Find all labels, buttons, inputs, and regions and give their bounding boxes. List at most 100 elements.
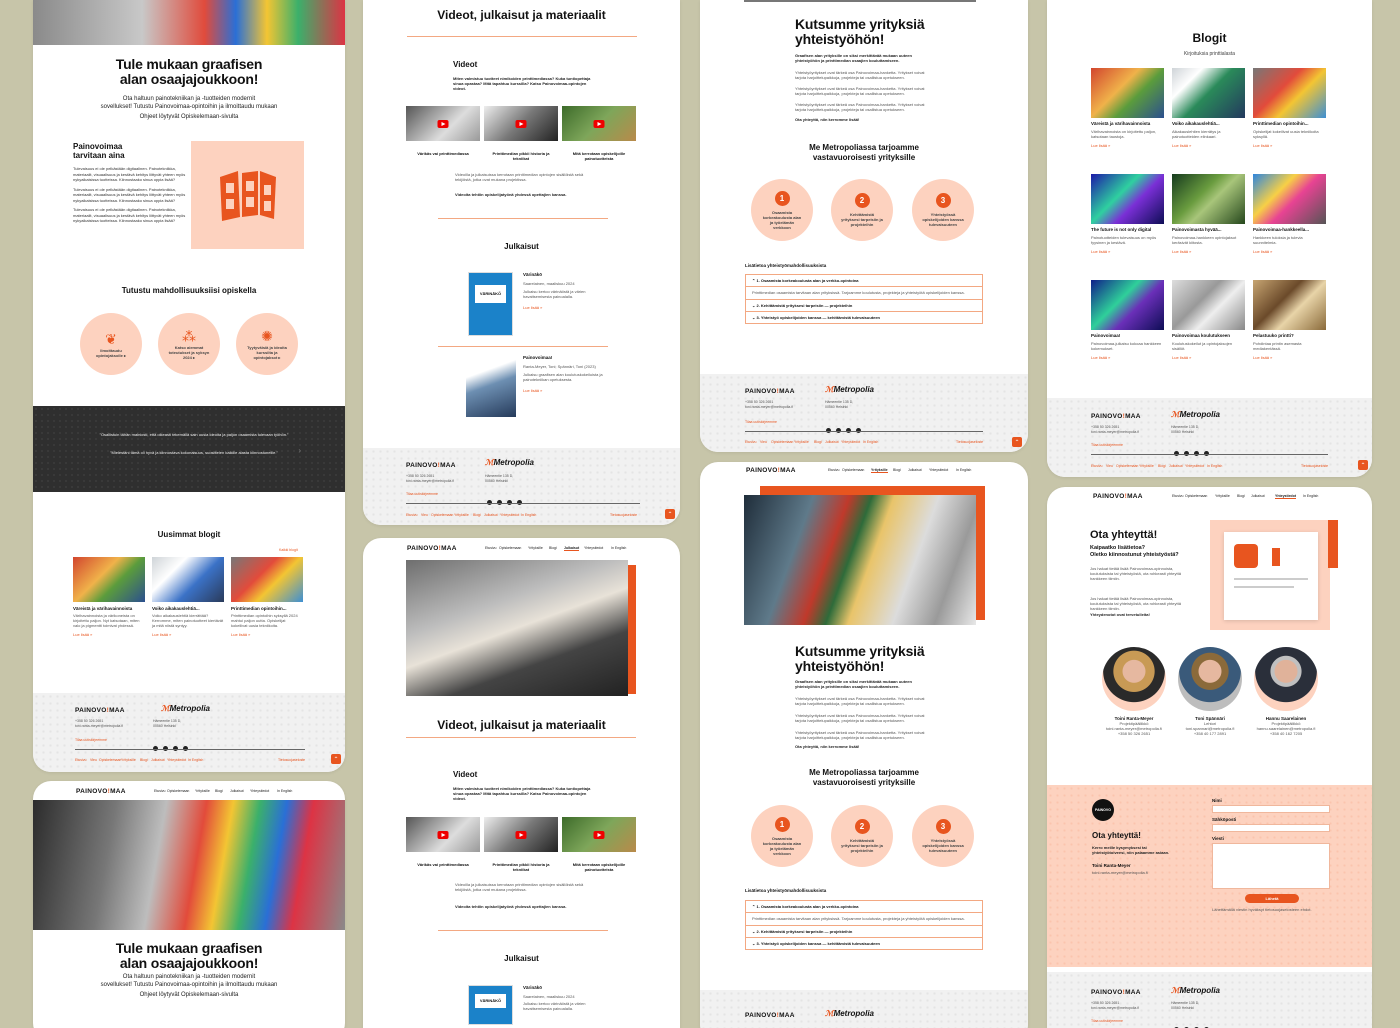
scroll-top-button[interactable]: ⌃ — [1012, 437, 1022, 447]
privacy-link[interactable]: Tietosuojaseloste — [1301, 464, 1328, 468]
footer-logo[interactable]: PAINOVO!MAA — [1091, 989, 1141, 996]
nav-home[interactable]: Etusivu — [485, 546, 496, 550]
nav-contact[interactable]: Yhteystiedot — [929, 468, 948, 472]
post-8[interactable]: Painovoimaa koulutukseen Koulutuskokeilut… — [1172, 333, 1245, 360]
footer-link-vieu[interactable]: Vieu — [760, 440, 767, 444]
header-logo[interactable]: PAINOVO!MAA — [1093, 493, 1143, 500]
accordion-item-3[interactable]: ⌄ 3. Yhteistyö opiskelijoiden kanssa — k… — [746, 311, 982, 323]
post-thumb-7[interactable] — [1091, 280, 1164, 330]
privacy-link[interactable]: Tietosuojaseloste — [278, 758, 305, 762]
post-thumb-1[interactable] — [1091, 68, 1164, 118]
send-button[interactable]: Lähetä — [1245, 894, 1299, 903]
nav-study[interactable]: Opiskelemaan — [842, 468, 864, 472]
footer-link-home[interactable]: Etusivu — [75, 758, 86, 762]
metropolia-logo[interactable]: ℳMetropolia — [485, 458, 534, 467]
footer-link-contact[interactable]: Yhteystiedot — [167, 758, 186, 762]
nav-companies[interactable]: Yrityksille — [528, 546, 543, 550]
post-6[interactable]: Painovoimaa-hankkeella... Hankkeen tuloks… — [1253, 227, 1326, 254]
footer-link-english[interactable]: In English — [1207, 464, 1222, 468]
blog-thumb-3[interactable] — [231, 557, 303, 602]
post-7[interactable]: Painovoimaa! Painovoimaa-julkaisu kokoaa … — [1091, 333, 1164, 360]
accordion-item-1[interactable]: ⌃ 1. Osaamista korkeakoulusta alan ja ve… — [746, 275, 982, 286]
header-logo[interactable]: PAINOVO!MAA — [407, 545, 457, 552]
scroll-top-button[interactable]: ⌃ — [665, 509, 675, 519]
blog-thumb-1[interactable] — [73, 557, 145, 602]
video-3[interactable] — [562, 817, 636, 852]
pub-cover-1[interactable]: VÄRINÄKÖ — [468, 985, 513, 1025]
nav-home[interactable]: Etusivu — [154, 789, 165, 793]
video-1[interactable] — [406, 106, 480, 141]
footer-link-pubs[interactable]: Julkaisut — [825, 440, 839, 444]
post-4[interactable]: The future is not only digital Painotuott… — [1091, 227, 1164, 254]
footer-link-companies[interactable]: Yrityksille — [794, 440, 809, 444]
footer-link-english[interactable]: In English — [188, 758, 203, 762]
metropolia-logo[interactable]: ℳMetropolia — [1171, 410, 1220, 419]
nav-pubs[interactable]: Julkaisut — [230, 789, 244, 793]
metropolia-logo[interactable]: ℳMetropolia — [161, 704, 210, 713]
explore-circle-2[interactable]: ⁂ Katso aiemmat toteutukset ja syksyn 202… — [158, 313, 220, 375]
nav-companies[interactable]: Yrityksille — [1215, 494, 1230, 498]
nav-study[interactable]: Opiskelemaan — [1185, 494, 1207, 498]
footer-link-contact[interactable]: Yhteystiedot — [500, 513, 519, 517]
footer-link-blog[interactable]: Blogi — [1158, 464, 1166, 468]
nav-companies-active[interactable]: Yrityksille — [871, 468, 888, 473]
post-2[interactable]: Voiko aikakauslehtiä... Aikakauslehtien k… — [1172, 121, 1245, 148]
video-3-title[interactable]: Mitä kerrotaan opiskelijoille painotuott… — [562, 862, 636, 872]
explore-circle-1[interactable]: ❦ Ilmoittaudu opintojaksolle ▸ — [80, 313, 142, 375]
nav-blog[interactable]: Blogi — [215, 789, 223, 793]
nav-blog[interactable]: Blogi — [549, 546, 557, 550]
accordion-item-2[interactable]: ⌄ 2. Kehittämistä yrityksesi tarpeisiin … — [746, 299, 982, 311]
subscribe-link[interactable]: Tilaa uutiskirjeemme — [1091, 1019, 1123, 1023]
footer-logo[interactable]: PAINOVO!MAA — [745, 388, 795, 395]
header-logo[interactable]: PAINOVO!MAA — [746, 467, 796, 474]
footer-logo[interactable]: PAINOVO!MAA — [745, 1012, 795, 1019]
next-arrow-icon[interactable]: › — [298, 446, 301, 455]
footer-link-blog[interactable]: Blogi — [140, 758, 148, 762]
pub-2-more[interactable]: Lue lisää » — [523, 388, 603, 393]
pub-cover-1[interactable]: VÄRINÄKÖ — [468, 272, 513, 336]
footer-link-home[interactable]: Etusivu — [406, 513, 417, 517]
footer-link-study[interactable]: Opiskelemaan — [431, 513, 453, 517]
footer-link-pubs[interactable]: Julkaisut — [1169, 464, 1183, 468]
privacy-link[interactable]: Tietosuojaseloste — [956, 440, 983, 444]
nav-contact-active[interactable]: Yhteystiedot — [1275, 494, 1297, 499]
post-3[interactable]: Printtimedian opintoihin... Opiskelijat k… — [1253, 121, 1326, 148]
nav-english[interactable]: In English — [277, 789, 292, 793]
hero-link[interactable]: Ohjeet löytyvät Opiskelemaan-sivulta — [33, 113, 345, 121]
video-1-title[interactable]: Värikäs vai printtimediassa — [406, 151, 480, 156]
footer-logo[interactable]: PAINOVO!MAA — [1091, 413, 1141, 420]
email-field[interactable] — [1212, 824, 1330, 832]
video-3-title[interactable]: Mitä kerrotaan opiskelijoille painotuott… — [562, 151, 636, 161]
nav-english[interactable]: In English — [956, 468, 971, 472]
header-logo[interactable]: PAINOVO!MAA — [76, 788, 126, 795]
hero-link-2[interactable]: Ohjeet löytyvät Opiskelemaan-sivulta — [33, 991, 345, 999]
blog-card-2[interactable]: Voiko aikakauslehtiä... Voiko aikakausleh… — [152, 606, 224, 637]
nav-home[interactable]: Etusivu — [1172, 494, 1183, 498]
metropolia-logo[interactable]: ℳMetropolia — [825, 385, 874, 394]
accordion-item-3[interactable]: ⌄ 3. Yhteistyö opiskelijoiden kanssa — k… — [746, 937, 982, 949]
footer-logo[interactable]: PAINOVO!MAA — [75, 707, 125, 714]
footer-link-english[interactable]: In English — [863, 440, 878, 444]
post-thumb-6[interactable] — [1253, 174, 1326, 224]
post-9[interactable]: Pelastuuko printti? Pohdintaa printin ase… — [1253, 333, 1326, 360]
footer-logo[interactable]: PAINOVO!MAA — [406, 462, 456, 469]
nav-home[interactable]: Etusivu — [828, 468, 839, 472]
footer-link-pubs[interactable]: Julkaisut — [151, 758, 165, 762]
all-blogs-link[interactable]: Kaikki blogit — [279, 548, 298, 552]
nav-pubs-active[interactable]: Julkaisut — [564, 546, 580, 551]
privacy-link[interactable]: Tietosuojaseloste — [610, 513, 637, 517]
nav-blog[interactable]: Blogi — [893, 468, 901, 472]
video-2[interactable] — [484, 817, 558, 852]
footer-link-study[interactable]: Opiskelemaan — [1116, 464, 1138, 468]
blog-card-3[interactable]: Printtimedian opintoihin... Printtimedian… — [231, 606, 303, 637]
subscribe-link[interactable]: Tilaa uutiskirjeemme — [75, 738, 107, 742]
name-field[interactable] — [1212, 805, 1330, 813]
nav-contact[interactable]: Yhteystiedot — [584, 546, 603, 550]
post-thumb-5[interactable] — [1172, 174, 1245, 224]
footer-link-companies[interactable]: Yrityksille — [454, 513, 469, 517]
footer-link-home[interactable]: Etusivu — [745, 440, 756, 444]
video-3[interactable] — [562, 106, 636, 141]
footer-link-english[interactable]: In English — [521, 513, 536, 517]
footer-link-contact[interactable]: Yhteystiedot — [841, 440, 860, 444]
nav-pubs[interactable]: Julkaisut — [1251, 494, 1265, 498]
